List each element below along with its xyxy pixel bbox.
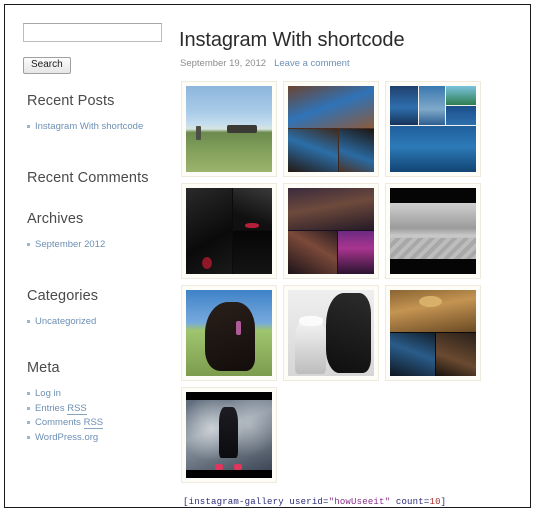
search-form: Search <box>23 23 163 74</box>
meta-link-wordpress-org[interactable]: WordPress.org <box>35 432 98 443</box>
widget-title-recent-comments: Recent Comments <box>27 170 149 186</box>
search-input[interactable] <box>23 23 162 42</box>
category-link-uncategorized[interactable]: Uncategorized <box>35 316 96 327</box>
widget-title-meta: Meta <box>27 360 60 376</box>
widget-title-categories: Categories <box>27 288 99 304</box>
shortcode-open: [instagram-gallery userid= <box>183 497 329 507</box>
gallery-item-pool-collage[interactable] <box>385 81 481 177</box>
list-item: Instagram With shortcode <box>27 120 173 134</box>
widget-meta: Meta Log in Entries RSS Comments RSS Wor… <box>5 360 173 445</box>
rss-abbr: RSS <box>83 417 104 429</box>
shortcode-close: ] <box>440 497 447 507</box>
entry-meta: September 19, 2012 Leave a comment <box>180 58 350 70</box>
meta-list: Log in Entries RSS Comments RSS WordPres… <box>5 387 173 444</box>
list-item: Log in <box>27 387 173 401</box>
list-item: WordPress.org <box>27 431 173 445</box>
gallery-item-stage-performer[interactable] <box>181 387 277 483</box>
leave-a-comment-link[interactable]: Leave a comment <box>274 58 350 69</box>
post-date: September 19, 2012 <box>180 58 267 69</box>
instagram-gallery <box>181 81 481 489</box>
kids-bw-photo <box>390 188 476 274</box>
page-title: Instagram With shortcode <box>179 29 405 51</box>
gallery-item-kids-bw[interactable] <box>385 183 481 279</box>
meta-link-comments-rss[interactable]: Comments RSS <box>35 417 104 429</box>
widget-archives: Archives September 2012 <box>5 211 173 253</box>
gallery-item-party-collage[interactable] <box>283 81 379 177</box>
gallery-item-girl-with-horse-bw[interactable] <box>283 285 379 381</box>
pool-collage-photo <box>390 86 476 172</box>
concert-bw-collage-photo <box>186 188 272 274</box>
gallery-row <box>181 387 481 483</box>
meta-link-comments-label: Comments <box>35 417 81 428</box>
gallery-item-bar-night-collage[interactable] <box>385 285 481 381</box>
widget-recent-comments: Recent Comments <box>5 170 173 197</box>
widget-categories: Categories Uncategorized <box>5 288 173 330</box>
recent-post-link[interactable]: Instagram With shortcode <box>35 121 143 132</box>
search-button[interactable]: Search <box>23 57 71 74</box>
meta-link-log-in[interactable]: Log in <box>35 388 61 399</box>
party-collage-photo <box>288 86 374 172</box>
shortcode-count-key: count= <box>390 497 430 507</box>
categories-list: Uncategorized <box>5 315 173 329</box>
recent-posts-list: Instagram With shortcode <box>5 120 173 134</box>
widget-recent-posts: Recent Posts Instagram With shortcode <box>5 93 173 135</box>
gallery-item-concert-bw-collage[interactable] <box>181 183 277 279</box>
stage-performer-photo <box>186 392 272 478</box>
shortcode-count-value: 10 <box>429 497 441 507</box>
shortcode-text: [instagram-gallery userid="howUseeit" co… <box>183 497 446 507</box>
gallery-row <box>181 81 481 177</box>
gallery-item-black-horse[interactable] <box>181 285 277 381</box>
girl-with-horse-bw-photo <box>288 290 374 376</box>
gallery-item-nightclub-collage[interactable] <box>283 183 379 279</box>
rss-abbr: RSS <box>67 402 87 415</box>
helicopter-field-photo <box>186 86 272 172</box>
bar-night-collage-photo <box>390 290 476 376</box>
list-item: Uncategorized <box>27 315 173 329</box>
widget-title-archives: Archives <box>27 211 84 227</box>
gallery-item-helicopter-field[interactable] <box>181 81 277 177</box>
list-item: Comments RSS <box>27 416 173 430</box>
page-content: Search Recent Posts Instagram With short… <box>5 5 530 507</box>
list-item: September 2012 <box>27 238 173 252</box>
main-content: Instagram With shortcode September 19, 2… <box>173 5 530 507</box>
archive-link-september-2012[interactable]: September 2012 <box>35 239 105 250</box>
meta-link-entries-rss[interactable]: Entries RSS <box>35 402 87 415</box>
shortcode-userid-value: "howUseeit" <box>328 497 391 507</box>
list-item: Entries RSS <box>27 402 173 416</box>
widget-title-recent-posts: Recent Posts <box>27 93 115 109</box>
browser-page-frame: Search Recent Posts Instagram With short… <box>4 4 531 508</box>
sidebar: Search Recent Posts Instagram With short… <box>5 5 173 507</box>
archives-list: September 2012 <box>5 238 173 252</box>
meta-link-entries-label: Entries <box>35 402 65 414</box>
gallery-row <box>181 285 481 381</box>
gallery-row <box>181 183 481 279</box>
nightclub-collage-photo <box>288 188 374 274</box>
black-horse-photo <box>186 290 272 376</box>
